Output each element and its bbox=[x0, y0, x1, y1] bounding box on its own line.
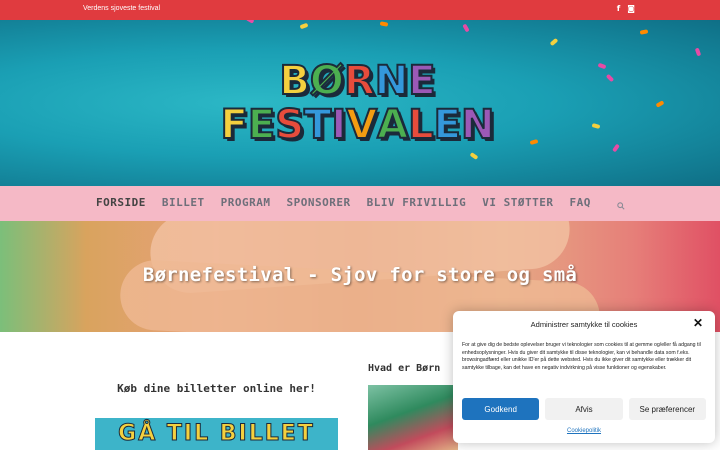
nav-item-bliv-frivillig[interactable]: BLIV FRIVILLIG bbox=[367, 196, 467, 209]
logo-letter: S bbox=[274, 101, 305, 149]
nav-item-vi-stotter[interactable]: VI STØTTER bbox=[482, 196, 553, 209]
logo-letter: E bbox=[433, 101, 462, 149]
deny-cookies-button[interactable]: Afvis bbox=[545, 398, 623, 420]
nav-item-faq[interactable]: FAQ bbox=[570, 196, 591, 209]
logo-letter: E bbox=[247, 101, 276, 149]
logo-letter: I bbox=[330, 101, 347, 149]
confetti bbox=[529, 139, 539, 145]
accept-cookies-button[interactable]: Godkend bbox=[462, 398, 540, 420]
confetti bbox=[655, 100, 665, 108]
tagline: Verdens sjoveste festival bbox=[83, 5, 161, 12]
logo-letter: T bbox=[303, 101, 332, 149]
confetti bbox=[694, 47, 702, 57]
festival-photo bbox=[368, 385, 458, 450]
cookie-buttons: Godkend Afvis Se præferencer bbox=[462, 398, 706, 420]
cookie-dialog-text: For at give dig de bedste oplevelser bru… bbox=[462, 342, 701, 371]
confetti bbox=[639, 29, 649, 35]
buy-tickets-heading: Køb dine billetter online her! bbox=[117, 382, 316, 395]
nav-items: FORSIDE BILLET PROGRAM SPONSORER BLIV FR… bbox=[96, 196, 607, 209]
top-bar: Verdens sjoveste festival f ◙ bbox=[0, 0, 720, 20]
confetti bbox=[299, 22, 309, 30]
cookie-policy-link[interactable]: Cookiepolitik bbox=[453, 428, 715, 434]
confetti bbox=[597, 62, 607, 70]
nav-item-forside[interactable]: FORSIDE bbox=[96, 196, 146, 209]
confetti bbox=[462, 23, 470, 33]
cookie-dialog-title: Administrer samtykke til cookies bbox=[530, 320, 638, 329]
confetti bbox=[245, 20, 255, 24]
nav-item-program[interactable]: PROGRAM bbox=[221, 196, 271, 209]
go-to-ticket-banner[interactable]: GÅ TIL BILLET bbox=[95, 418, 338, 450]
close-icon[interactable]: ✕ bbox=[693, 317, 703, 329]
logo-letter: N bbox=[374, 57, 410, 105]
cookie-consent-dialog: Administrer samtykke til cookies ✕ For a… bbox=[453, 311, 715, 443]
confetti bbox=[591, 123, 601, 129]
logo-letter: Ø bbox=[309, 57, 345, 105]
logo-word-festivalen: F E S T I V A L E N bbox=[220, 101, 496, 149]
about-heading: Hvad er Børn bbox=[368, 363, 441, 374]
logo-letter: N bbox=[460, 101, 496, 149]
facebook-icon[interactable]: f bbox=[617, 4, 620, 13]
main-nav: FORSIDE BILLET PROGRAM SPONSORER BLIV FR… bbox=[0, 186, 720, 221]
logo-word-borne: B Ø R N E bbox=[220, 57, 495, 105]
logo-letter: R bbox=[343, 57, 376, 105]
search-icon[interactable] bbox=[617, 195, 625, 214]
logo-letter: V bbox=[345, 101, 378, 149]
page: Verdens sjoveste festival f ◙ B Ø R N E bbox=[0, 0, 720, 450]
confetti bbox=[379, 21, 389, 27]
logo-letter: E bbox=[407, 57, 436, 105]
confetti bbox=[549, 37, 559, 47]
confetti bbox=[605, 73, 615, 83]
festival-logo[interactable]: B Ø R N E F E S T I V A L E N bbox=[220, 57, 496, 168]
social-links: f ◙ bbox=[617, 4, 635, 13]
confetti bbox=[612, 143, 620, 153]
ticket-banner-text: GÅ TIL BILLET bbox=[118, 421, 315, 447]
banner-title: Børnefestival - Sjov for store og små bbox=[142, 264, 578, 286]
cookie-preferences-button[interactable]: Se præferencer bbox=[628, 398, 706, 420]
logo-letter: B bbox=[278, 57, 310, 105]
nav-item-billet[interactable]: BILLET bbox=[162, 196, 205, 209]
logo-letter: F bbox=[220, 101, 249, 149]
nav-item-sponsorer[interactable]: SPONSORER bbox=[286, 196, 350, 209]
logo-letter: L bbox=[407, 101, 434, 149]
hero-header: B Ø R N E F E S T I V A L E N bbox=[0, 20, 720, 186]
logo-letter: A bbox=[376, 101, 409, 149]
instagram-icon[interactable]: ◙ bbox=[627, 4, 635, 13]
